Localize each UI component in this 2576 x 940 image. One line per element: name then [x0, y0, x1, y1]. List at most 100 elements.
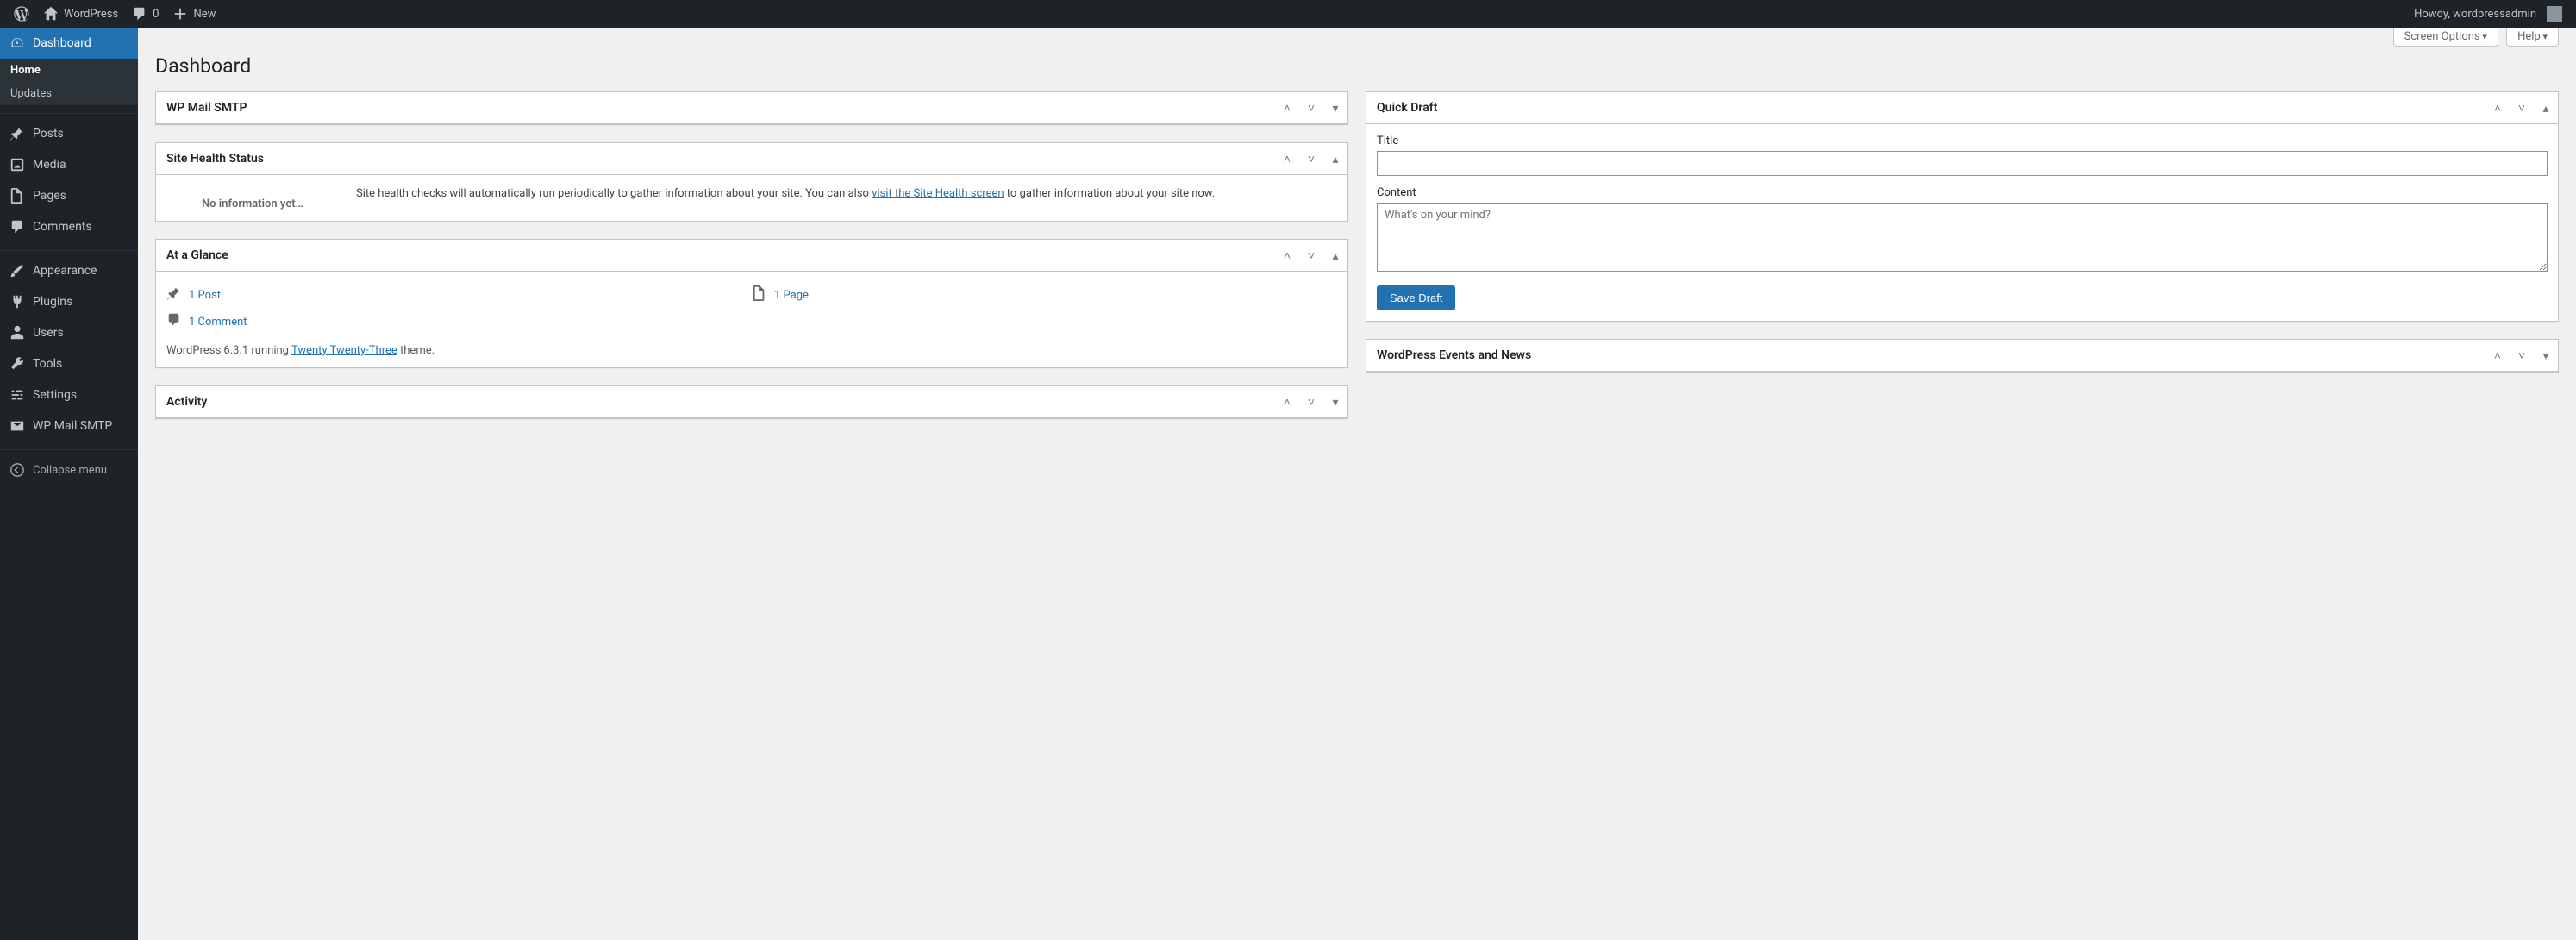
- menu-comments-label: Comments: [33, 220, 92, 234]
- glance-comments-link[interactable]: 1 Comment: [189, 316, 247, 329]
- ab-site-name-label: WordPress: [64, 8, 118, 21]
- menu-dashboard-label: Dashboard: [33, 36, 91, 50]
- glance-footer: WordPress 6.3.1 running Twenty Twenty-Th…: [166, 344, 1337, 357]
- menu-wp-mail-smtp[interactable]: WP Mail SMTP: [0, 410, 138, 442]
- menu-plugins-label: Plugins: [33, 295, 72, 309]
- screen-meta-links: Screen Options Help: [2388, 28, 2559, 47]
- collapse-menu-button[interactable]: Collapse menu: [0, 454, 138, 486]
- move-down-button[interactable]: ˅: [1299, 92, 1323, 123]
- menu-tools-label: Tools: [33, 357, 62, 371]
- ab-wordpress-logo[interactable]: [7, 0, 36, 28]
- move-down-button[interactable]: ˅: [1299, 143, 1323, 174]
- brush-icon: [9, 262, 26, 279]
- move-down-button[interactable]: ˅: [1299, 240, 1323, 271]
- dashboard-icon: [9, 34, 26, 52]
- menu-pages[interactable]: Pages: [0, 180, 138, 211]
- menu-posts-label: Posts: [33, 127, 64, 141]
- menu-users[interactable]: Users: [0, 317, 138, 348]
- admin-bar: WordPress 0 New Howdy, wordpressadmin: [0, 0, 2576, 28]
- move-up-button[interactable]: ˄: [1275, 92, 1299, 123]
- wrench-icon: [9, 355, 26, 373]
- widget-events-news: WordPress Events and News ˄ ˅ ▾: [1366, 339, 2559, 373]
- move-up-button[interactable]: ˄: [1275, 240, 1299, 271]
- move-down-button[interactable]: ˅: [2510, 340, 2534, 371]
- widget-wp-mail-smtp: WP Mail SMTP ˄ ˅ ▾: [155, 91, 1348, 125]
- menu-comments[interactable]: Comments: [0, 211, 138, 242]
- site-health-description: Site health checks will automatically ru…: [356, 185, 1337, 210]
- wordpress-logo-icon: [14, 6, 29, 22]
- menu-wp-mail-smtp-label: WP Mail SMTP: [33, 419, 112, 433]
- ab-site-name[interactable]: WordPress: [36, 0, 125, 28]
- plugin-icon: [9, 293, 26, 310]
- menu-media[interactable]: Media: [0, 149, 138, 180]
- move-up-button[interactable]: ˄: [2485, 92, 2510, 123]
- widget-activity: Activity ˄ ˅ ▾: [155, 385, 1348, 419]
- widget-site-health: Site Health Status ˄ ˅ ▴ No information …: [155, 142, 1348, 222]
- pin-icon: [9, 125, 26, 142]
- widget-site-health-title: Site Health Status: [156, 145, 274, 172]
- ab-my-account[interactable]: Howdy, wordpressadmin: [2407, 0, 2569, 28]
- page-icon: [752, 285, 767, 305]
- page-icon: [9, 187, 26, 204]
- howdy-text: Howdy, wordpressadmin: [2414, 8, 2536, 21]
- ab-comments[interactable]: 0: [125, 0, 166, 28]
- plus-icon: [172, 6, 188, 22]
- menu-media-label: Media: [33, 158, 66, 172]
- page-title: Dashboard: [155, 47, 2559, 81]
- save-draft-button[interactable]: Save Draft: [1377, 285, 1455, 310]
- ab-comments-count: 0: [153, 8, 159, 21]
- quick-draft-title-input[interactable]: [1377, 151, 2548, 176]
- toggle-panel-button[interactable]: ▾: [2534, 340, 2558, 371]
- glance-comments: 1 Comment: [166, 309, 752, 335]
- toggle-panel-button[interactable]: ▴: [2534, 92, 2558, 123]
- menu-dashboard[interactable]: Dashboard: [0, 28, 138, 59]
- menu-settings[interactable]: Settings: [0, 379, 138, 410]
- toggle-panel-button[interactable]: ▴: [1323, 143, 1347, 174]
- move-up-button[interactable]: ˄: [1275, 386, 1299, 417]
- toggle-panel-button[interactable]: ▴: [1323, 240, 1347, 271]
- comment-icon: [166, 312, 182, 332]
- quick-draft-content-label: Content: [1377, 186, 2548, 199]
- menu-users-label: Users: [33, 326, 64, 340]
- menu-appearance-label: Appearance: [33, 264, 97, 278]
- site-health-link[interactable]: visit the Site Health screen: [872, 187, 1004, 200]
- screen-options-button[interactable]: Screen Options: [2393, 28, 2498, 47]
- submenu-home[interactable]: Home: [0, 59, 138, 82]
- glance-posts: 1 Post: [166, 282, 752, 309]
- submenu-updates[interactable]: Updates: [0, 82, 138, 105]
- avatar-icon: [2547, 6, 2562, 22]
- menu-plugins[interactable]: Plugins: [0, 286, 138, 317]
- collapse-menu-label: Collapse menu: [33, 464, 107, 477]
- help-button[interactable]: Help: [2506, 28, 2559, 47]
- theme-link[interactable]: Twenty Twenty-Three: [291, 344, 397, 357]
- menu-posts[interactable]: Posts: [0, 118, 138, 149]
- ab-new-label: New: [193, 8, 216, 21]
- sliders-icon: [9, 386, 26, 404]
- widget-quick-draft: Quick Draft ˄ ˅ ▴ Title Cont: [1366, 91, 2559, 322]
- widget-column-right: Quick Draft ˄ ˅ ▴ Title Cont: [1366, 91, 2559, 419]
- widget-column-left: WP Mail SMTP ˄ ˅ ▾ Site Health Status ˄: [155, 91, 1348, 419]
- user-icon: [9, 324, 26, 342]
- mail-icon: [9, 417, 26, 435]
- widget-wp-mail-smtp-title: WP Mail SMTP: [156, 94, 257, 122]
- menu-pages-label: Pages: [33, 189, 66, 203]
- quick-draft-content-textarea[interactable]: [1377, 203, 2548, 272]
- menu-appearance[interactable]: Appearance: [0, 255, 138, 286]
- move-down-button[interactable]: ˅: [1299, 386, 1323, 417]
- glance-posts-link[interactable]: 1 Post: [189, 289, 221, 302]
- move-up-button[interactable]: ˄: [2485, 340, 2510, 371]
- toggle-panel-button[interactable]: ▾: [1323, 386, 1347, 417]
- pin-icon: [166, 285, 182, 305]
- widget-at-a-glance: At a Glance ˄ ˅ ▴ 1 Post: [155, 239, 1348, 368]
- menu-tools[interactable]: Tools: [0, 348, 138, 379]
- collapse-icon: [9, 461, 26, 479]
- glance-pages-link[interactable]: 1 Page: [774, 289, 809, 302]
- toggle-panel-button[interactable]: ▾: [1323, 92, 1347, 123]
- site-health-status-text: No information yet…: [166, 185, 339, 210]
- widget-activity-title: Activity: [156, 388, 217, 416]
- widget-events-news-title: WordPress Events and News: [1366, 342, 1541, 369]
- move-up-button[interactable]: ˄: [1275, 143, 1299, 174]
- ab-new-content[interactable]: New: [166, 0, 222, 28]
- menu-settings-label: Settings: [33, 388, 77, 402]
- move-down-button[interactable]: ˅: [2510, 92, 2534, 123]
